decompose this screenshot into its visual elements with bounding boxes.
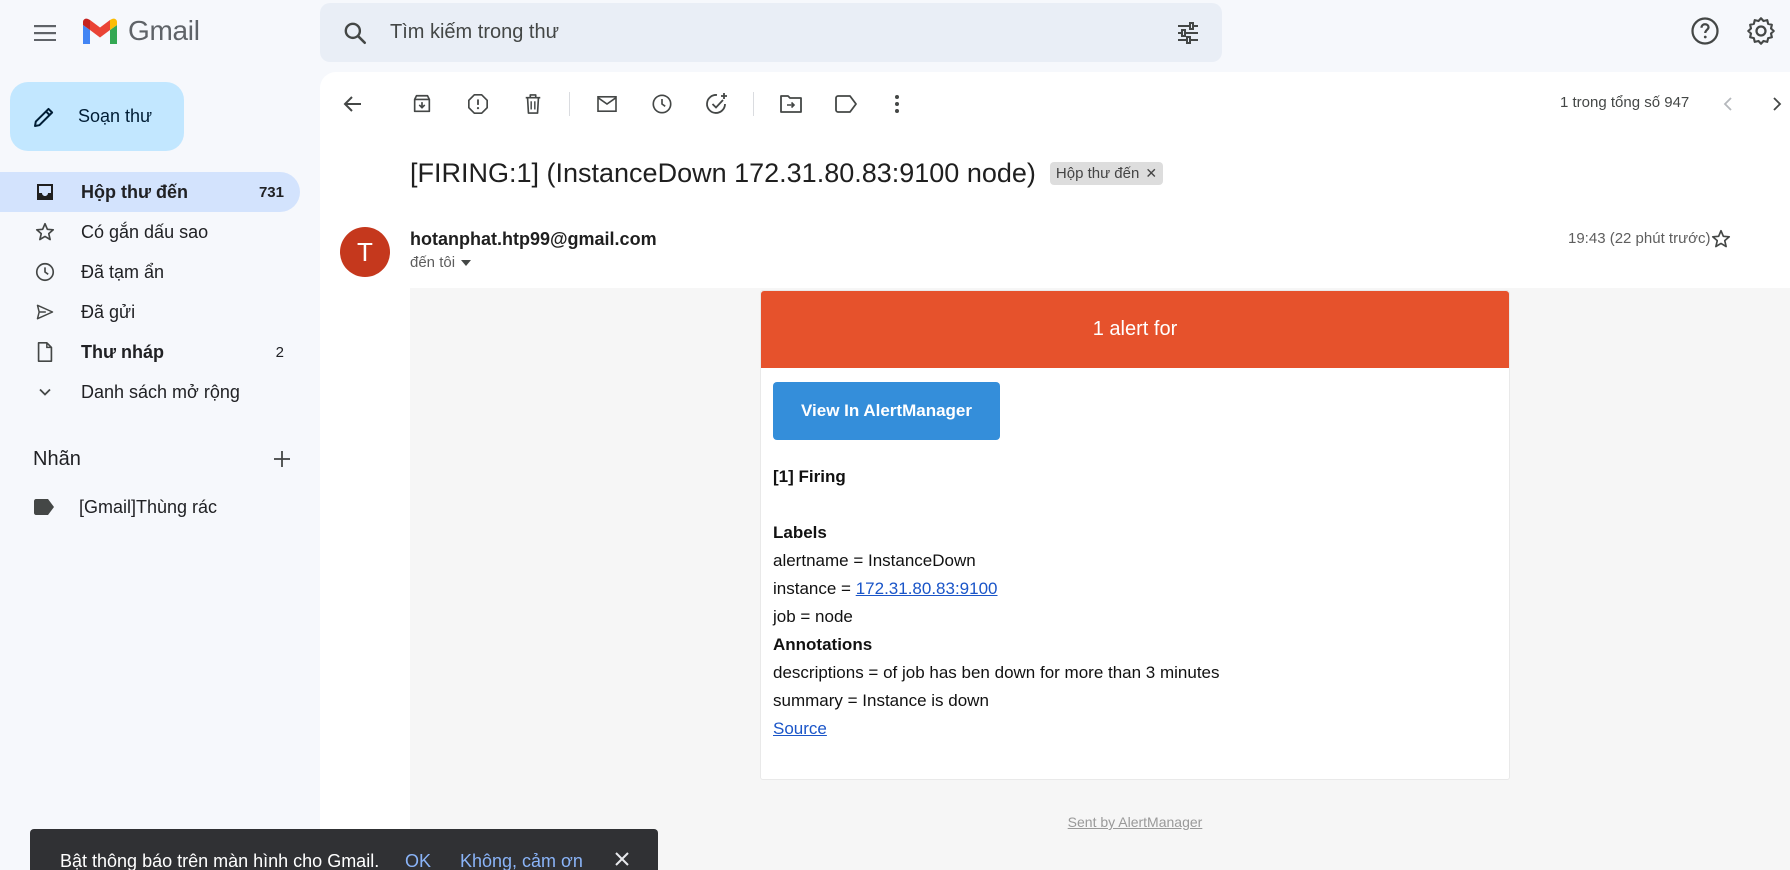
snackbar-message: Bật thông báo trên màn hình cho Gmail. [60, 851, 380, 870]
report-spam-icon[interactable] [465, 91, 491, 117]
app-name: Gmail [128, 15, 200, 46]
gmail-m-icon [83, 18, 117, 44]
pencil-icon [34, 107, 54, 127]
drafts-count: 2 [275, 343, 284, 361]
chip-label: Hộp thư đến [1055, 165, 1140, 182]
add-task-icon[interactable] [704, 91, 730, 117]
snackbar-decline-button[interactable]: Không, cảm ơn [460, 851, 583, 870]
labels-title: Nhãn [33, 448, 81, 470]
chevron-down-icon [33, 380, 57, 404]
firing-heading: [1] Firing [773, 467, 846, 486]
gmail-logo[interactable]: Gmail [80, 15, 200, 47]
move-to-folder-icon[interactable] [778, 91, 804, 117]
compose-button[interactable]: Soạn thư [10, 82, 184, 151]
instance-link[interactable]: 172.31.80.83:9100 [856, 579, 998, 598]
caret-down-icon [461, 259, 472, 266]
sidebar-item-label: Thư nháp [81, 341, 165, 362]
send-icon [33, 300, 57, 324]
sidebar-item-label: Danh sách mở rộng [81, 381, 240, 402]
email-body: 1 alert for View In AlertManager [1] Fir… [410, 288, 1790, 870]
mark-unread-icon[interactable] [594, 91, 620, 117]
summary-line: summary = Instance is down [773, 691, 989, 710]
sidebar-item-inbox[interactable]: Hộp thư đến 731 [0, 172, 300, 212]
search-bar [320, 3, 1222, 62]
sidebar-item-starred[interactable]: Có gắn dấu sao [0, 212, 300, 252]
settings-gear-icon[interactable] [1746, 16, 1776, 46]
label-icon [34, 499, 54, 515]
sender-email[interactable]: hotanphat.htp99@gmail.com [410, 229, 657, 250]
sidebar-item-label: Đã gửi [81, 301, 136, 322]
job-line: job = node [773, 607, 853, 626]
search-options-icon[interactable] [1176, 21, 1200, 45]
snackbar-ok-button[interactable]: OK [405, 851, 431, 870]
more-vert-icon[interactable] [884, 91, 910, 117]
source-link[interactable]: Source [773, 719, 827, 738]
instance-prefix: instance = [773, 579, 856, 598]
add-label-icon[interactable] [271, 448, 293, 470]
sidebar-item-more[interactable]: Danh sách mở rộng [0, 372, 300, 412]
toolbar-divider [569, 92, 570, 116]
label-tag-icon[interactable] [833, 91, 859, 117]
pagination-text: 1 trong tổng số 947 [1560, 94, 1690, 111]
main-menu-icon[interactable] [28, 20, 62, 46]
recipient-details[interactable]: đến tôi [410, 254, 472, 271]
sidebar-item-sent[interactable]: Đã gửi [0, 292, 300, 332]
alertname-line: alertname = InstanceDown [773, 551, 976, 570]
notification-snackbar: Bật thông báo trên màn hình cho Gmail. O… [30, 829, 658, 870]
alert-card: 1 alert for View In AlertManager [1] Fir… [760, 290, 1510, 780]
search-input[interactable] [390, 15, 1150, 49]
labels-section-header: Nhãn [33, 448, 293, 472]
label-name: [Gmail]Thùng rác [79, 496, 218, 517]
compose-label: Soạn thư [78, 106, 153, 126]
next-chevron-icon[interactable] [1764, 91, 1790, 117]
help-icon[interactable] [1690, 16, 1720, 46]
sidebar-label-trash[interactable]: [Gmail]Thùng rác [0, 487, 300, 527]
labels-heading: Labels [773, 523, 827, 542]
recipient-text: đến tôi [410, 254, 456, 271]
delete-trash-icon[interactable] [520, 91, 546, 117]
draft-icon [33, 340, 57, 364]
inbox-icon [33, 180, 57, 204]
annotations-heading: Annotations [773, 635, 873, 654]
sidebar-item-label: Hộp thư đến [81, 181, 189, 202]
unread-count: 731 [258, 183, 284, 201]
back-arrow-icon[interactable] [340, 91, 366, 117]
view-in-alertmanager-button[interactable]: View In AlertManager [773, 382, 1000, 440]
alert-header: 1 alert for [761, 291, 1509, 368]
snooze-clock-icon[interactable] [649, 91, 675, 117]
email-subject-row: [FIRING:1] (InstanceDown 172.31.80.83:91… [410, 158, 1164, 189]
star-icon [33, 220, 57, 244]
close-icon[interactable] [614, 851, 630, 867]
email-subject: [FIRING:1] (InstanceDown 172.31.80.83:91… [410, 158, 1036, 188]
clock-icon [33, 260, 57, 284]
inbox-label-chip: Hộp thư đến ✕ [1049, 162, 1164, 185]
sent-by-link[interactable]: Sent by AlertManager [1068, 814, 1203, 830]
descriptions-line: descriptions = of job has ben down for m… [773, 663, 1220, 682]
instance-line: instance = 172.31.80.83:9100 [773, 579, 998, 599]
star-toggle-icon[interactable] [1710, 228, 1732, 250]
sidebar-nav: Hộp thư đến 731 Có gắn dấu sao Đã tạm ẩn… [0, 172, 300, 412]
sender-avatar[interactable]: T [340, 227, 390, 277]
sidebar-item-snoozed[interactable]: Đã tạm ẩn [0, 252, 300, 292]
source-line: Source [773, 719, 827, 739]
prev-chevron-icon[interactable] [1715, 91, 1741, 117]
search-icon[interactable] [342, 20, 368, 46]
top-bar: Gmail [0, 0, 1790, 64]
sidebar-item-label: Có gắn dấu sao [81, 221, 209, 242]
sidebar-item-drafts[interactable]: Thư nháp 2 [0, 332, 300, 372]
remove-label-icon[interactable]: ✕ [1145, 165, 1157, 182]
archive-icon[interactable] [409, 91, 435, 117]
email-timestamp: 19:43 (22 phút trước) [1568, 230, 1711, 247]
sent-by-footer: Sent by AlertManager [760, 814, 1510, 830]
toolbar-divider [753, 92, 754, 116]
sidebar-item-label: Đã tạm ẩn [81, 261, 165, 282]
message-panel: 1 trong tổng số 947 [FIRING:1] (Instance… [320, 72, 1790, 870]
